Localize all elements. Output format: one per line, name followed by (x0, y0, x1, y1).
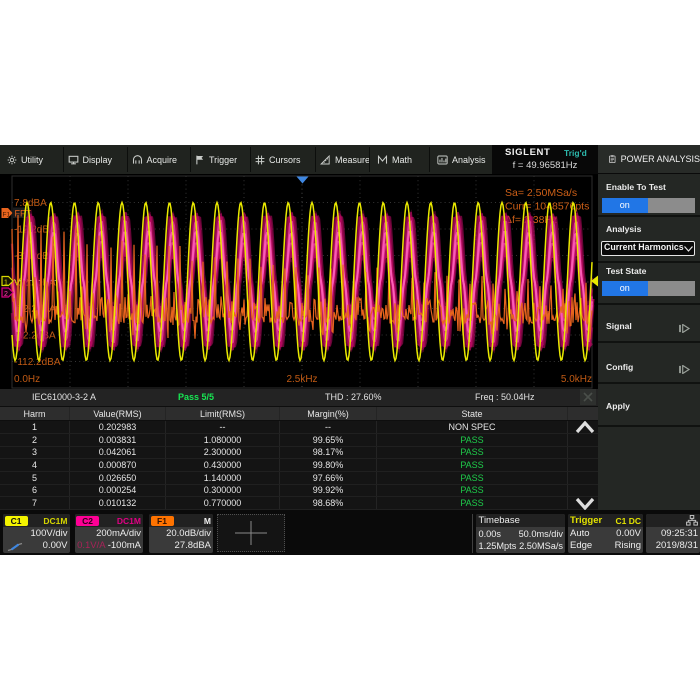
svg-text:5.0kHz: 5.0kHz (561, 374, 592, 385)
svg-text:2: 2 (4, 291, 8, 298)
svg-text:Sa= 2.50MSa/s: Sa= 2.50MSa/s (505, 187, 577, 199)
svg-text:0.0Hz: 0.0Hz (14, 374, 40, 385)
svg-text:F1: F1 (3, 211, 11, 218)
svg-text:1: 1 (4, 279, 8, 286)
svg-text:7.8dBA: 7.8dBA (14, 198, 47, 209)
svg-text:2.5kHz: 2.5kHz (286, 374, 317, 385)
svg-text:V: V (14, 278, 20, 288)
